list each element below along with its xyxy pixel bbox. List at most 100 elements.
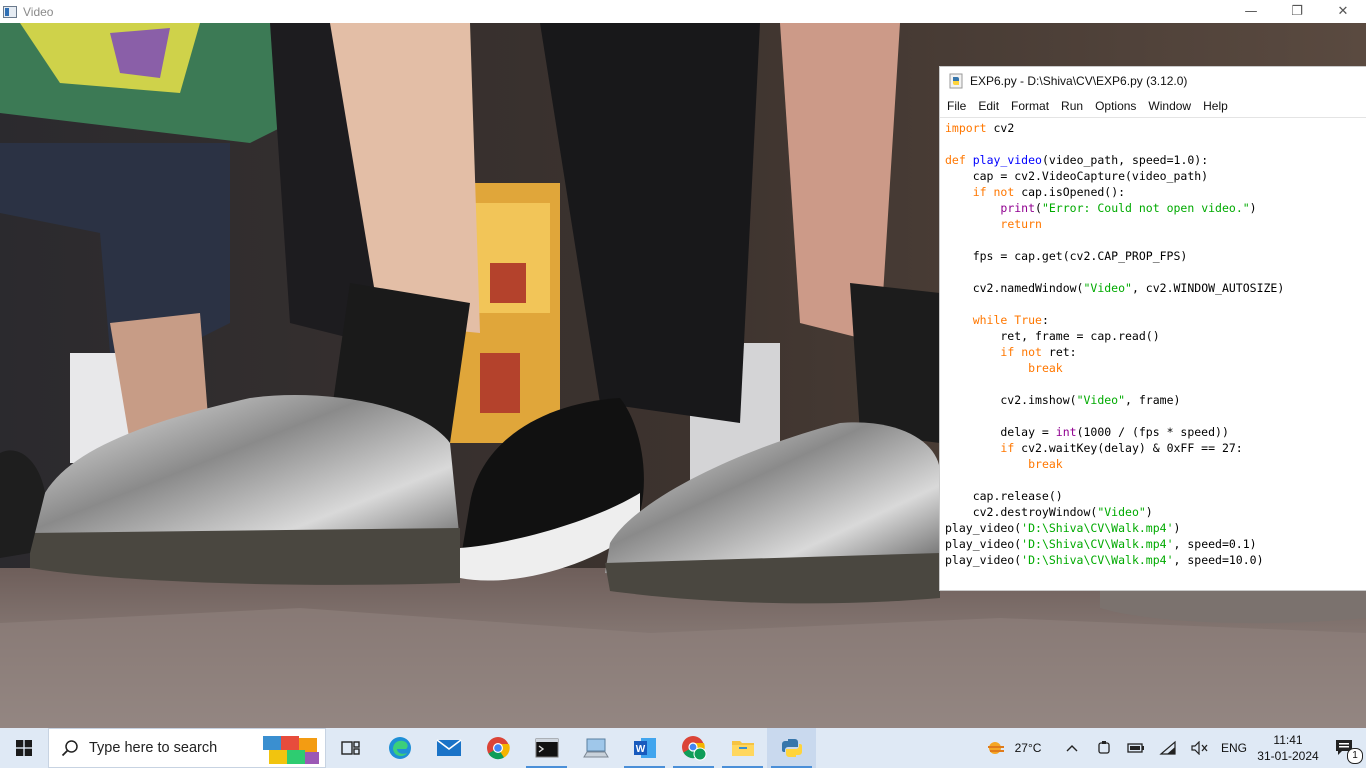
code-line[interactable]: cap.release() bbox=[945, 488, 1366, 504]
code-line[interactable]: fps = cap.get(cv2.CAP_PROP_FPS) bbox=[945, 248, 1366, 264]
code-line[interactable]: print("Error: Could not open video.") bbox=[945, 200, 1366, 216]
chrome-profile-button[interactable] bbox=[669, 728, 718, 768]
code-token: : bbox=[1041, 313, 1049, 327]
code-line[interactable]: delay = int(1000 / (fps * speed)) bbox=[945, 424, 1366, 440]
meet-now-button[interactable] bbox=[1088, 728, 1120, 768]
code-line[interactable]: if not cap.isOpened(): bbox=[945, 184, 1366, 200]
code-token: , speed=10.0) bbox=[1173, 553, 1264, 567]
code-token: 'D:\Shiva\CV\Walk.mp4' bbox=[1021, 521, 1174, 535]
network-button[interactable] bbox=[1152, 728, 1184, 768]
code-token: cv2 bbox=[986, 121, 1015, 135]
volume-button[interactable] bbox=[1184, 728, 1216, 768]
close-button[interactable]: ✕ bbox=[1320, 0, 1366, 23]
clock[interactable]: 11:41 31-01-2024 bbox=[1252, 728, 1324, 768]
device-icon bbox=[1098, 741, 1110, 754]
idle-titlebar[interactable]: EXP6.py - D:\Shiva\CV\EXP6.py (3.12.0) bbox=[940, 67, 1366, 95]
word-icon: W bbox=[633, 738, 656, 758]
menu-options[interactable]: Options bbox=[1090, 99, 1141, 113]
menu-edit[interactable]: Edit bbox=[973, 99, 1004, 113]
code-token: cap = cv2.VideoCapture(video_path) bbox=[945, 169, 1209, 183]
code-token: ( bbox=[1035, 201, 1042, 215]
notification-center-button[interactable]: 1 bbox=[1324, 728, 1366, 768]
weather-icon bbox=[987, 742, 1004, 754]
menu-format[interactable]: Format bbox=[1006, 99, 1054, 113]
code-token: play_video( bbox=[945, 521, 1022, 535]
chevron-up-icon bbox=[1066, 745, 1078, 752]
mail-button[interactable] bbox=[424, 728, 473, 768]
code-token: 'D:\Shiva\CV\Walk.mp4' bbox=[1021, 553, 1174, 567]
menu-file[interactable]: File bbox=[942, 99, 971, 113]
taskbar-search[interactable] bbox=[48, 728, 326, 768]
code-token: not bbox=[993, 185, 1015, 199]
code-line[interactable]: cv2.namedWindow("Video", cv2.WINDOW_AUTO… bbox=[945, 280, 1366, 296]
terminal-icon bbox=[535, 738, 558, 758]
video-window-title: Video bbox=[23, 4, 54, 19]
weather-widget[interactable]: 27°C bbox=[970, 728, 1056, 768]
code-token: if bbox=[972, 185, 987, 199]
code-token: def bbox=[945, 153, 966, 167]
code-token: ret, frame = cap.read() bbox=[945, 329, 1160, 343]
chrome-button[interactable] bbox=[473, 728, 522, 768]
menu-run[interactable]: Run bbox=[1056, 99, 1088, 113]
code-line[interactable] bbox=[945, 472, 1366, 488]
weather-temperature: 27°C bbox=[1014, 741, 1042, 755]
code-token: return bbox=[1000, 217, 1042, 231]
code-line[interactable]: play_video('D:\Shiva\CV\Walk.mp4') bbox=[945, 520, 1366, 536]
python-button[interactable] bbox=[767, 728, 816, 768]
code-line[interactable] bbox=[945, 408, 1366, 424]
code-token: break bbox=[1028, 457, 1063, 471]
computer-icon bbox=[582, 738, 609, 758]
code-line[interactable] bbox=[945, 376, 1366, 392]
code-line[interactable]: cap = cv2.VideoCapture(video_path) bbox=[945, 168, 1366, 184]
computer-button[interactable] bbox=[571, 728, 620, 768]
code-line[interactable]: play_video('D:\Shiva\CV\Walk.mp4', speed… bbox=[945, 552, 1366, 568]
terminal-button[interactable] bbox=[522, 728, 571, 768]
code-token: "Error: Could not open video." bbox=[1041, 201, 1250, 215]
code-token: "Video" bbox=[1097, 505, 1146, 519]
code-line[interactable]: if cv2.waitKey(delay) & 0xFF == 27: bbox=[945, 440, 1366, 456]
word-button[interactable]: W bbox=[620, 728, 669, 768]
code-line[interactable]: cv2.imshow("Video", frame) bbox=[945, 392, 1366, 408]
search-input[interactable] bbox=[89, 740, 259, 756]
code-line[interactable]: def play_video(video_path, speed=1.0): bbox=[945, 152, 1366, 168]
task-view-button[interactable] bbox=[326, 728, 375, 768]
code-line[interactable] bbox=[945, 296, 1366, 312]
code-line[interactable]: if not ret: bbox=[945, 344, 1366, 360]
start-button[interactable] bbox=[0, 728, 48, 768]
idle-editor-window[interactable]: EXP6.py - D:\Shiva\CV\EXP6.py (3.12.0) F… bbox=[940, 67, 1366, 590]
code-line[interactable] bbox=[945, 232, 1366, 248]
task-view-icon bbox=[340, 741, 360, 755]
code-token: (1000 / (fps * speed)) bbox=[1076, 425, 1229, 439]
code-line[interactable] bbox=[945, 264, 1366, 280]
code-line[interactable]: ret, frame = cap.read() bbox=[945, 328, 1366, 344]
menu-window[interactable]: Window bbox=[1143, 99, 1196, 113]
code-line[interactable]: return bbox=[945, 216, 1366, 232]
code-line[interactable]: break bbox=[945, 360, 1366, 376]
edge-icon bbox=[388, 737, 411, 759]
maximize-button[interactable]: ❐ bbox=[1274, 0, 1320, 23]
code-token: play_video( bbox=[945, 537, 1022, 551]
file-explorer-button[interactable] bbox=[718, 728, 767, 768]
language-indicator[interactable]: ENG bbox=[1216, 728, 1252, 768]
puzzle-highlight-icon bbox=[263, 736, 319, 764]
code-token: , cv2.WINDOW_AUTOSIZE) bbox=[1131, 281, 1285, 295]
show-hidden-icons-button[interactable] bbox=[1056, 728, 1088, 768]
code-line[interactable] bbox=[945, 136, 1366, 152]
code-line[interactable]: break bbox=[945, 456, 1366, 472]
code-editor[interactable]: import cv2 def play_video(video_path, spe… bbox=[940, 118, 1366, 568]
edge-button[interactable] bbox=[375, 728, 424, 768]
code-line[interactable]: play_video('D:\Shiva\CV\Walk.mp4', speed… bbox=[945, 536, 1366, 552]
code-line[interactable]: cv2.destroyWindow("Video") bbox=[945, 504, 1366, 520]
code-line[interactable]: import cv2 bbox=[945, 120, 1366, 136]
battery-button[interactable] bbox=[1120, 728, 1152, 768]
code-line[interactable]: while True: bbox=[945, 312, 1366, 328]
language-text: ENG bbox=[1220, 741, 1247, 755]
menu-help[interactable]: Help bbox=[1198, 99, 1233, 113]
minimize-button[interactable]: — bbox=[1228, 0, 1274, 23]
code-token: while bbox=[972, 313, 1008, 327]
video-window-titlebar[interactable]: Video — ❐ ✕ bbox=[0, 0, 1366, 23]
